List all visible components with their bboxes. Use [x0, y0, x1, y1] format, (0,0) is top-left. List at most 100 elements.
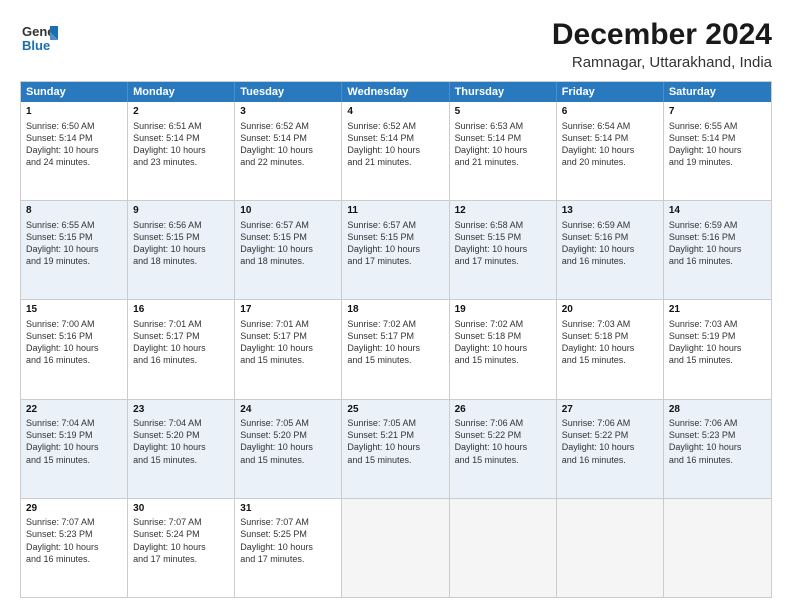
- cell-info: and 15 minutes.: [347, 354, 443, 366]
- cell-info: Sunset: 5:15 PM: [133, 231, 229, 243]
- calendar-cell: 31Sunrise: 7:07 AMSunset: 5:25 PMDayligh…: [235, 499, 342, 597]
- day-number: 16: [133, 303, 229, 317]
- cell-info: Sunrise: 7:04 AM: [133, 417, 229, 429]
- cell-info: Daylight: 10 hours: [133, 441, 229, 453]
- subtitle: Ramnagar, Uttarakhand, India: [552, 54, 772, 71]
- calendar-cell: 25Sunrise: 7:05 AMSunset: 5:21 PMDayligh…: [342, 400, 449, 498]
- cell-info: and 16 minutes.: [669, 255, 766, 267]
- cell-info: and 20 minutes.: [562, 156, 658, 168]
- day-number: 13: [562, 204, 658, 218]
- calendar-cell: 1Sunrise: 6:50 AMSunset: 5:14 PMDaylight…: [21, 102, 128, 200]
- cell-info: Sunset: 5:17 PM: [133, 330, 229, 342]
- title-section: December 2024 Ramnagar, Uttarakhand, Ind…: [552, 18, 772, 71]
- calendar-cell: [450, 499, 557, 597]
- calendar-cell: 19Sunrise: 7:02 AMSunset: 5:18 PMDayligh…: [450, 300, 557, 398]
- calendar-cell: 9Sunrise: 6:56 AMSunset: 5:15 PMDaylight…: [128, 201, 235, 299]
- cell-info: and 22 minutes.: [240, 156, 336, 168]
- day-number: 15: [26, 303, 122, 317]
- day-number: 20: [562, 303, 658, 317]
- cell-info: Sunset: 5:15 PM: [26, 231, 122, 243]
- calendar-cell: 16Sunrise: 7:01 AMSunset: 5:17 PMDayligh…: [128, 300, 235, 398]
- cell-info: Sunrise: 7:01 AM: [240, 318, 336, 330]
- day-number: 19: [455, 303, 551, 317]
- cell-info: Sunrise: 6:59 AM: [562, 219, 658, 231]
- calendar-cell: 11Sunrise: 6:57 AMSunset: 5:15 PMDayligh…: [342, 201, 449, 299]
- cell-info: Daylight: 10 hours: [26, 541, 122, 553]
- cell-info: Sunset: 5:18 PM: [562, 330, 658, 342]
- day-number: 23: [133, 403, 229, 417]
- cell-info: Daylight: 10 hours: [455, 342, 551, 354]
- calendar-cell: 30Sunrise: 7:07 AMSunset: 5:24 PMDayligh…: [128, 499, 235, 597]
- day-number: 3: [240, 105, 336, 119]
- cell-info: Sunset: 5:20 PM: [133, 429, 229, 441]
- calendar-cell: 8Sunrise: 6:55 AMSunset: 5:15 PMDaylight…: [21, 201, 128, 299]
- calendar-cell: 17Sunrise: 7:01 AMSunset: 5:17 PMDayligh…: [235, 300, 342, 398]
- cell-info: Sunset: 5:16 PM: [26, 330, 122, 342]
- cell-info: Daylight: 10 hours: [133, 541, 229, 553]
- day-number: 24: [240, 403, 336, 417]
- calendar-cell: 5Sunrise: 6:53 AMSunset: 5:14 PMDaylight…: [450, 102, 557, 200]
- cell-info: and 15 minutes.: [26, 454, 122, 466]
- cell-info: Daylight: 10 hours: [669, 144, 766, 156]
- cell-info: Daylight: 10 hours: [455, 243, 551, 255]
- cell-info: Sunset: 5:23 PM: [669, 429, 766, 441]
- cell-info: Sunset: 5:17 PM: [347, 330, 443, 342]
- cell-info: and 15 minutes.: [347, 454, 443, 466]
- calendar-cell: [557, 499, 664, 597]
- calendar-cell: 22Sunrise: 7:04 AMSunset: 5:19 PMDayligh…: [21, 400, 128, 498]
- cell-info: and 15 minutes.: [455, 454, 551, 466]
- calendar-body: 1Sunrise: 6:50 AMSunset: 5:14 PMDaylight…: [21, 102, 771, 597]
- calendar-cell: 12Sunrise: 6:58 AMSunset: 5:15 PMDayligh…: [450, 201, 557, 299]
- cell-info: Sunset: 5:19 PM: [26, 429, 122, 441]
- day-number: 21: [669, 303, 766, 317]
- calendar-cell: 6Sunrise: 6:54 AMSunset: 5:14 PMDaylight…: [557, 102, 664, 200]
- day-number: 22: [26, 403, 122, 417]
- day-number: 6: [562, 105, 658, 119]
- cell-info: Sunset: 5:14 PM: [240, 132, 336, 144]
- cell-info: and 15 minutes.: [455, 354, 551, 366]
- cell-info: Daylight: 10 hours: [240, 243, 336, 255]
- cell-info: Sunset: 5:15 PM: [347, 231, 443, 243]
- day-number: 8: [26, 204, 122, 218]
- cell-info: Daylight: 10 hours: [133, 342, 229, 354]
- calendar-cell: 28Sunrise: 7:06 AMSunset: 5:23 PMDayligh…: [664, 400, 771, 498]
- cell-info: Sunrise: 7:05 AM: [347, 417, 443, 429]
- cell-info: and 16 minutes.: [562, 255, 658, 267]
- cell-info: Sunrise: 6:51 AM: [133, 120, 229, 132]
- cell-info: Sunset: 5:18 PM: [455, 330, 551, 342]
- calendar-cell: 7Sunrise: 6:55 AMSunset: 5:14 PMDaylight…: [664, 102, 771, 200]
- calendar-header: Sunday Monday Tuesday Wednesday Thursday…: [21, 82, 771, 102]
- cell-info: Daylight: 10 hours: [133, 144, 229, 156]
- cell-info: Sunrise: 7:03 AM: [669, 318, 766, 330]
- cell-info: Sunrise: 6:55 AM: [26, 219, 122, 231]
- cell-info: Sunrise: 6:58 AM: [455, 219, 551, 231]
- cell-info: Sunrise: 6:52 AM: [347, 120, 443, 132]
- cell-info: Daylight: 10 hours: [347, 243, 443, 255]
- cell-info: Sunset: 5:14 PM: [347, 132, 443, 144]
- cell-info: Sunrise: 7:01 AM: [133, 318, 229, 330]
- cell-info: Sunrise: 6:54 AM: [562, 120, 658, 132]
- calendar-cell: 23Sunrise: 7:04 AMSunset: 5:20 PMDayligh…: [128, 400, 235, 498]
- cell-info: and 21 minutes.: [347, 156, 443, 168]
- cell-info: and 17 minutes.: [347, 255, 443, 267]
- header-wednesday: Wednesday: [342, 82, 449, 102]
- header-sunday: Sunday: [21, 82, 128, 102]
- cell-info: and 19 minutes.: [669, 156, 766, 168]
- calendar-cell: 2Sunrise: 6:51 AMSunset: 5:14 PMDaylight…: [128, 102, 235, 200]
- cell-info: Daylight: 10 hours: [562, 342, 658, 354]
- cell-info: Sunrise: 6:55 AM: [669, 120, 766, 132]
- calendar-cell: 3Sunrise: 6:52 AMSunset: 5:14 PMDaylight…: [235, 102, 342, 200]
- cell-info: and 16 minutes.: [26, 553, 122, 565]
- calendar-cell: [342, 499, 449, 597]
- svg-text:Blue: Blue: [22, 38, 50, 53]
- cell-info: Sunset: 5:22 PM: [455, 429, 551, 441]
- day-number: 4: [347, 105, 443, 119]
- cell-info: and 18 minutes.: [240, 255, 336, 267]
- cell-info: Daylight: 10 hours: [240, 441, 336, 453]
- cell-info: Sunrise: 7:03 AM: [562, 318, 658, 330]
- cell-info: Sunrise: 7:06 AM: [455, 417, 551, 429]
- calendar-row-4: 22 Sunrise: 7:04 AM Sunset: 5:19 PM Dayligh…: [21, 400, 771, 499]
- cell-info: Sunset: 5:23 PM: [26, 528, 122, 540]
- calendar-cell: 4Sunrise: 6:52 AMSunset: 5:14 PMDaylight…: [342, 102, 449, 200]
- cell-info: Daylight: 10 hours: [669, 243, 766, 255]
